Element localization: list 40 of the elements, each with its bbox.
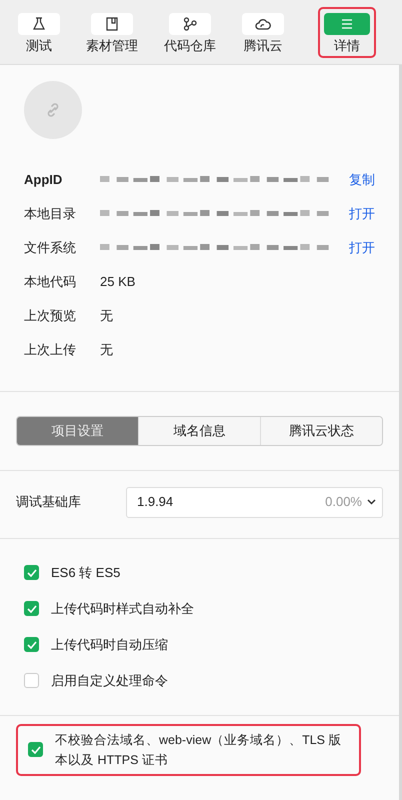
field-label: 调试基础库 xyxy=(16,493,82,512)
field-value: 25 KB xyxy=(100,273,136,292)
toolbar-button[interactable]: 腾讯云 xyxy=(236,6,290,58)
checkbox[interactable] xyxy=(28,742,43,757)
field-label: 本地代码 xyxy=(24,273,77,292)
checkbox-label: 上传代码时样式自动补全 xyxy=(51,600,194,618)
field-label: 本地目录 xyxy=(24,205,77,224)
flask-icon xyxy=(31,16,47,32)
checkbox-label: 启用自定义处理命令 xyxy=(51,672,168,690)
check-icon xyxy=(26,640,36,648)
tab[interactable]: 域名信息 xyxy=(138,417,260,444)
version-select[interactable]: 1.9.94 0.00% xyxy=(126,486,383,518)
field-label: 上次预览 xyxy=(24,307,77,326)
check-icon xyxy=(26,568,36,576)
tab[interactable]: 腾讯云状态 xyxy=(260,417,382,444)
checkbox[interactable] xyxy=(24,673,39,688)
toolbar-button[interactable]: 代码仓库 xyxy=(158,6,222,58)
check-icon xyxy=(30,746,40,754)
field-label: 文件系统 xyxy=(24,239,77,258)
toolbar-button[interactable]: 素材管理 xyxy=(80,6,144,58)
checkbox[interactable] xyxy=(24,637,39,652)
checkbox[interactable] xyxy=(24,565,39,580)
field-value: 无 xyxy=(100,307,114,326)
toolbar-button[interactable]: 详情 xyxy=(318,6,376,58)
tab[interactable]: 项目设置 xyxy=(17,417,138,444)
checkbox-label: 上传代码时自动压缩 xyxy=(51,636,168,654)
chevron-down-icon xyxy=(367,499,376,505)
field-value: 无 xyxy=(100,341,114,360)
branch-icon xyxy=(182,16,198,32)
checkbox[interactable] xyxy=(24,601,39,616)
field-label: AppID xyxy=(24,171,64,190)
folder-icon xyxy=(104,16,120,32)
check-icon xyxy=(26,604,36,612)
action-link[interactable]: 打开 xyxy=(349,238,375,258)
action-link[interactable]: 打开 xyxy=(349,204,375,224)
action-link[interactable]: 复制 xyxy=(349,170,375,190)
toolbar-button[interactable]: 测试 xyxy=(12,6,66,58)
checkbox-label: ES6 转 ES5 xyxy=(51,564,120,582)
field-label: 上次上传 xyxy=(24,341,77,360)
checkbox-label: 不校验合法域名、web-view（业务域名）、TLS 版本以及 HTTPS 证书 xyxy=(55,732,342,768)
